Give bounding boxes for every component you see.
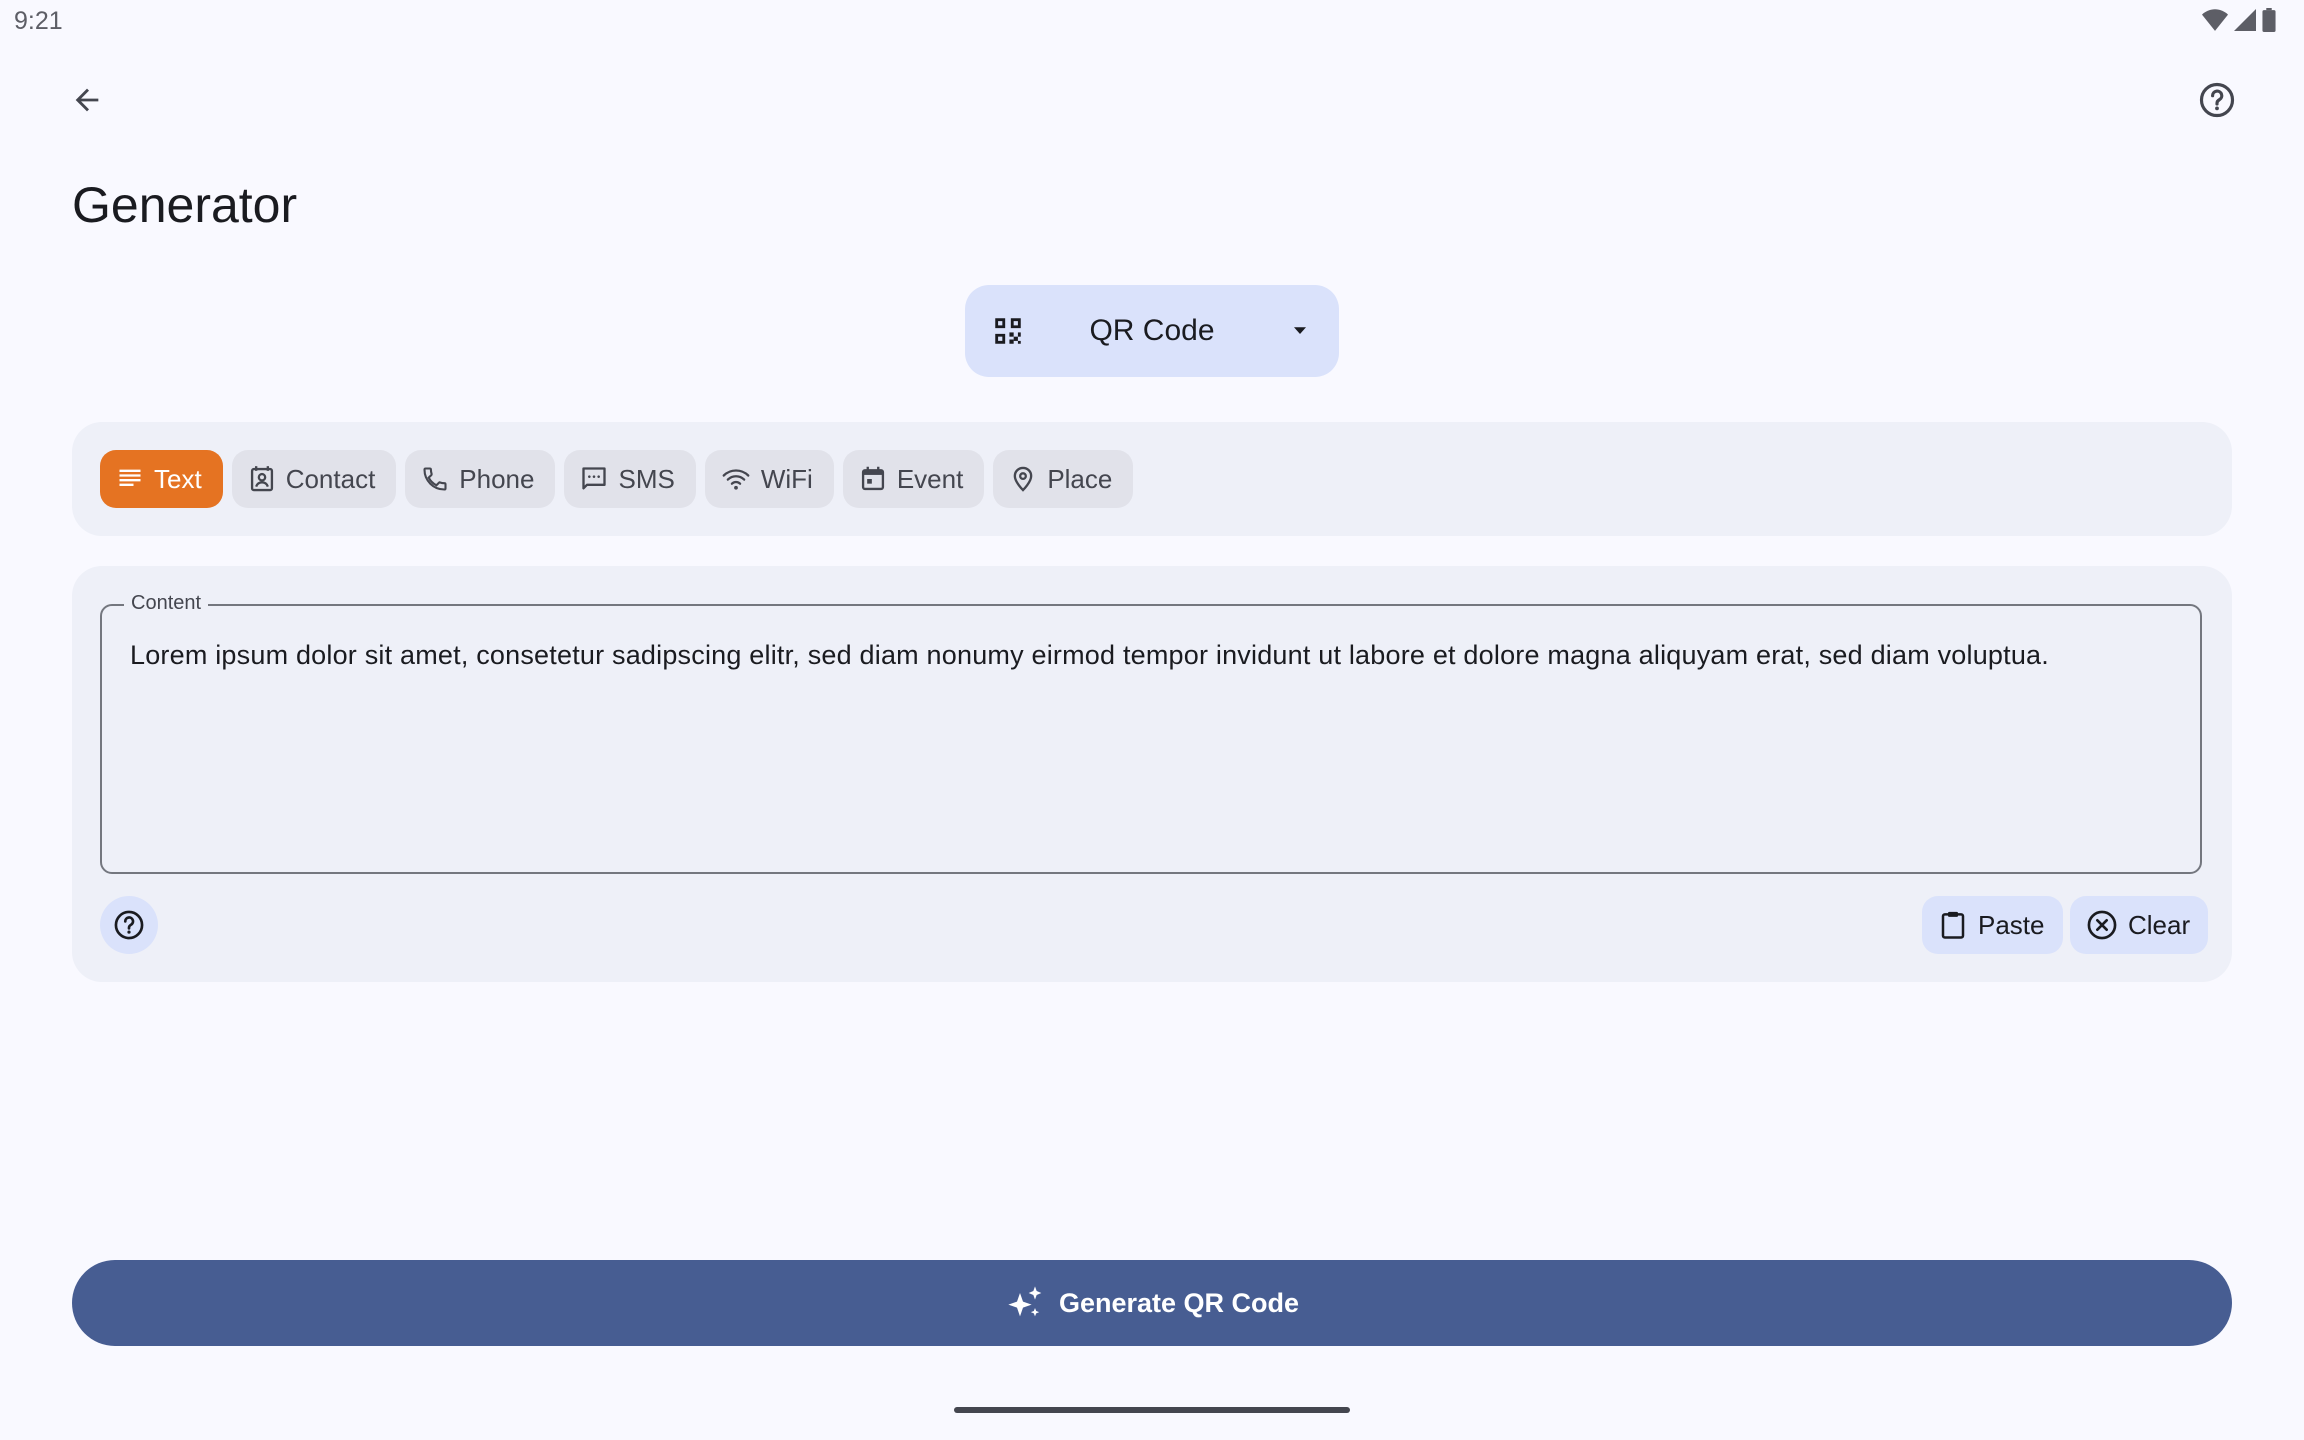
chip-phone[interactable]: Phone <box>405 450 556 508</box>
battery-icon <box>2262 8 2276 32</box>
calendar-icon <box>861 466 884 491</box>
content-help-button[interactable] <box>100 896 158 954</box>
chip-sms[interactable]: SMS <box>564 450 696 508</box>
cell-signal-icon <box>2234 9 2256 31</box>
help-button[interactable] <box>2185 68 2249 132</box>
contact-card-icon <box>250 466 273 492</box>
chip-label: Event <box>896 463 964 494</box>
chip-label: Phone <box>459 463 535 494</box>
status-icons <box>2202 8 2276 32</box>
paste-button[interactable]: Paste <box>1922 896 2063 954</box>
wifi-icon <box>722 469 750 490</box>
back-button[interactable] <box>55 68 119 132</box>
clear-button[interactable]: Clear <box>2070 896 2209 954</box>
sparkle-icon <box>1008 1286 1042 1317</box>
clipboard-icon <box>1941 911 1965 939</box>
chip-text[interactable]: Text <box>100 450 223 508</box>
chip-wifi[interactable]: WiFi <box>704 450 834 508</box>
sms-icon <box>582 467 607 490</box>
generate-qr-code-button[interactable]: Generate QR Code <box>72 1260 2232 1346</box>
chip-label: WiFi <box>760 463 813 494</box>
chip-contact[interactable]: Contact <box>231 450 397 508</box>
chip-label: Contact <box>285 463 376 494</box>
notes-icon <box>119 469 141 486</box>
home-indicator[interactable] <box>954 1407 1350 1413</box>
help-circle-icon <box>2199 82 2235 118</box>
content-field-value[interactable]: Lorem ipsum dolor sit amet, consetetur s… <box>130 638 2160 673</box>
paste-label: Paste <box>1978 909 2045 940</box>
arrow-drop-down-icon <box>1294 327 1306 334</box>
chip-label: Text <box>154 463 202 494</box>
content-field-label: Content <box>124 592 209 615</box>
chip-label: SMS <box>618 463 675 494</box>
place-pin-icon <box>1013 466 1033 492</box>
chip-place[interactable]: Place <box>993 450 1134 508</box>
page-title: Generator <box>72 177 298 233</box>
content-type-panel: Text Contact Phone SMS WiFi Event Place <box>72 422 2232 536</box>
status-time: 9:21 <box>14 7 63 35</box>
generate-label: Generate QR Code <box>1058 1287 1300 1318</box>
content-field[interactable]: Content Lorem ipsum dolor sit amet, cons… <box>100 592 2202 874</box>
content-panel: Content Lorem ipsum dolor sit amet, cons… <box>72 566 2232 982</box>
chip-event[interactable]: Event <box>842 450 985 508</box>
content-type-chips: Text Contact Phone SMS WiFi Event Place <box>100 450 1134 508</box>
cancel-circle-icon <box>2087 910 2117 940</box>
clear-label: Clear <box>2128 909 2191 940</box>
wifi-icon <box>2202 9 2228 31</box>
phone-icon <box>423 467 447 491</box>
code-type-label: QR Code <box>1089 314 1215 347</box>
help-circle-icon <box>114 910 144 940</box>
chip-label: Place <box>1047 463 1113 494</box>
code-type-dropdown[interactable]: QR Code <box>965 285 1339 377</box>
arrow-back-icon <box>75 88 99 112</box>
